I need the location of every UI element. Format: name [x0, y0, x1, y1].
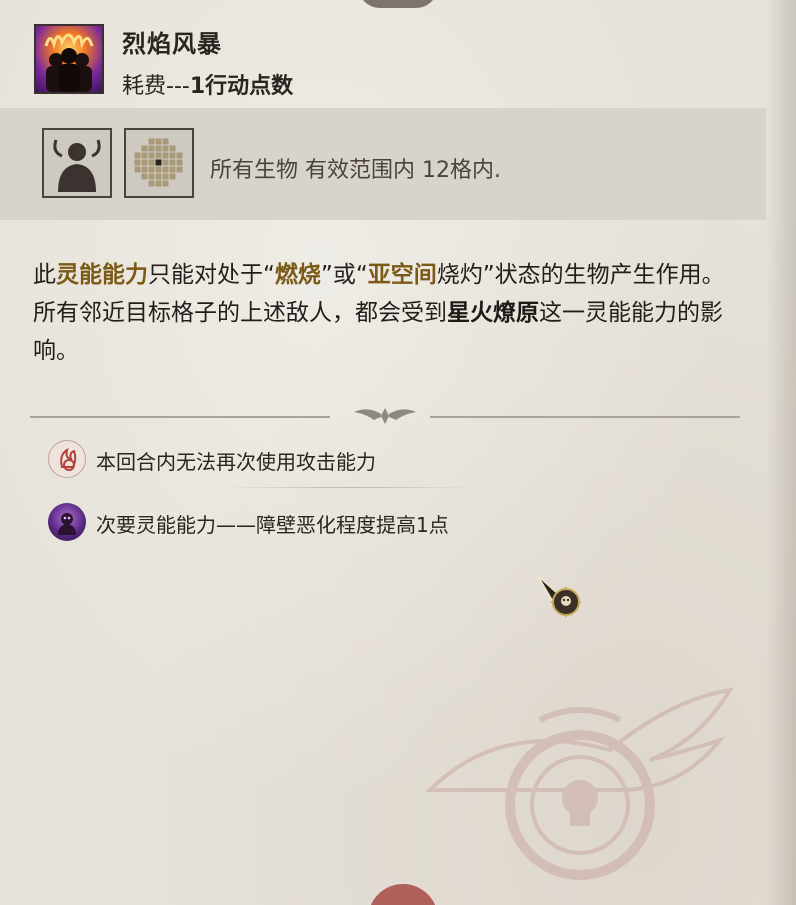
- creature-target-icon: [42, 128, 112, 198]
- grid-cell: [141, 145, 148, 152]
- card-edge-shadow: [766, 0, 796, 905]
- grid-cell: [162, 166, 169, 173]
- grid-cell: [162, 180, 169, 187]
- grid-cell: [148, 180, 155, 187]
- grid-cell: [134, 152, 141, 159]
- grid-cell: [162, 145, 169, 152]
- grid-cell: [148, 152, 155, 159]
- grid-cell: [162, 152, 169, 159]
- targeting-row: 所有生物 有效范围内 12格内.: [0, 108, 766, 220]
- targeting-text: 所有生物 有效范围内 12格内.: [210, 158, 501, 183]
- grid-cell: [141, 159, 148, 166]
- grid-cell: [169, 166, 176, 173]
- grid-cell: [169, 145, 176, 152]
- grid-cell: [169, 159, 176, 166]
- effect-attack-lock: 本回合内无法再次使用攻击能力: [48, 440, 688, 480]
- grid-cell: [134, 166, 141, 173]
- desc-text-1: 此: [33, 262, 56, 288]
- skull-emblem-watermark: [425, 687, 734, 880]
- keyword-prairie-fire[interactable]: 星火燎原: [447, 300, 539, 326]
- grid-cell: [141, 152, 148, 159]
- grid-cell: [148, 145, 155, 152]
- grid-cell: [155, 159, 162, 166]
- cost-suffix: 行动点数: [205, 74, 294, 99]
- aquila-eagle-icon: [354, 408, 416, 424]
- divider-line-left: [30, 416, 330, 418]
- ability-description: 此灵能能力只能对处于“燃烧”或“亚空间烧灼”状态的生物产生作用。所有邻近目标格子…: [33, 256, 743, 370]
- grid-cell: [155, 166, 162, 173]
- grid-cell: [162, 138, 169, 145]
- grid-cell: [155, 173, 162, 180]
- cost-value: 1: [189, 74, 206, 99]
- keyword-psychic-power[interactable]: 灵能能力: [56, 262, 148, 288]
- effect-text-attack-lock: 本回合内无法再次使用攻击能力: [96, 450, 376, 474]
- psychic-minor-icon: [48, 503, 86, 541]
- mouse-cursor-icon: [537, 575, 582, 618]
- grid-cell: [148, 138, 155, 145]
- grid-cell: [176, 159, 183, 166]
- grid-cell: [169, 152, 176, 159]
- grid-cell: [155, 152, 162, 159]
- divider-line-right: [430, 416, 740, 418]
- area-grid-icon: [124, 128, 194, 198]
- grid-cell: [134, 159, 141, 166]
- grid-cell: [162, 159, 169, 166]
- grid-cell: [155, 138, 162, 145]
- attack-lock-icon: [48, 440, 86, 478]
- desc-text-2: 只能对处于“: [148, 262, 275, 288]
- effect-minor-psychic: 次要灵能能力——障壁恶化程度提高1点: [48, 503, 688, 543]
- ability-title: 烈焰风暴: [122, 30, 222, 58]
- grid-cell: [176, 152, 183, 159]
- keyword-warp[interactable]: 亚空间: [368, 262, 437, 288]
- grid-cell: [141, 173, 148, 180]
- grid-cell: [155, 145, 162, 152]
- effect-separator: [220, 487, 480, 488]
- ability-header: 烈焰风暴 耗费---1行动点数: [0, 0, 766, 106]
- ability-tooltip-card: 烈焰风暴 耗费---1行动点数 所有生物 有效范围内 12格内. 此灵能能力只能…: [0, 0, 796, 905]
- grid-cell: [141, 166, 148, 173]
- ability-cost: 耗费---1行动点数: [122, 68, 293, 100]
- grid-cell: [155, 180, 162, 187]
- desc-text-3: ”或“: [320, 262, 368, 288]
- flame-storm-icon: [34, 24, 104, 94]
- grid-cell: [148, 166, 155, 173]
- grid-cell: [176, 166, 183, 173]
- keyword-burning[interactable]: 燃烧: [275, 262, 321, 288]
- cost-prefix: 耗费---: [122, 74, 190, 99]
- section-divider: [30, 404, 740, 428]
- grid-cell: [148, 173, 155, 180]
- effect-text-minor-psychic: 次要灵能能力——障壁恶化程度提高1点: [96, 513, 449, 537]
- grid-cell: [169, 173, 176, 180]
- grid-cell: [162, 173, 169, 180]
- grid-cell: [148, 159, 155, 166]
